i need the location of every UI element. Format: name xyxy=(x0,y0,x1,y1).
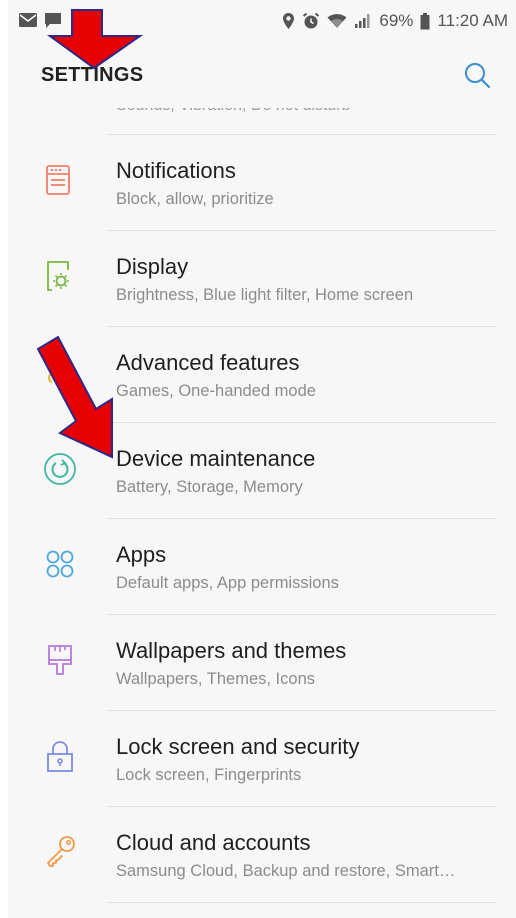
settings-item-label: Advanced features xyxy=(116,350,300,375)
apps-icon xyxy=(40,544,80,584)
settings-item-label: Device maintenance xyxy=(116,446,316,471)
settings-item-subtitle: Brightness, Blue light filter, Home scre… xyxy=(116,286,414,304)
settings-item-label: Notifications xyxy=(116,158,236,183)
page-title: SETTINGS xyxy=(41,64,144,86)
settings-item-wallpapers-themes[interactable]: Wallpapers and themes Wallpapers, Themes… xyxy=(8,614,516,710)
settings-item-label: Wallpapers and themes xyxy=(116,638,347,663)
settings-item-advanced-features[interactable]: Advanced features Games, One-handed mode xyxy=(8,326,516,422)
settings-item-lock-screen-security[interactable]: Lock screen and security Lock screen, Fi… xyxy=(8,710,516,806)
settings-item-subtitle: Block, allow, prioritize xyxy=(116,190,274,208)
settings-item-subtitle: Games, One-handed mode xyxy=(116,382,316,400)
advanced-features-icon xyxy=(40,352,80,392)
settings-item-notifications[interactable]: Notifications Block, allow, prioritize xyxy=(8,134,516,230)
settings-item-display[interactable]: Display Brightness, Blue light filter, H… xyxy=(8,230,516,326)
clock: 11:20 AM xyxy=(437,11,508,30)
settings-item-label: Apps xyxy=(116,542,167,567)
lock-icon xyxy=(40,736,80,776)
settings-item-subtitle: Samsung Cloud, Backup and restore, Smart… xyxy=(116,862,456,880)
settings-item-cloud-accounts[interactable]: Cloud and accounts Samsung Cloud, Backup… xyxy=(8,806,516,902)
alarm-icon xyxy=(302,12,320,30)
settings-screen: 69% 11:20 AM SETTINGS Sounds, Vibration,… xyxy=(8,0,516,918)
search-icon xyxy=(462,63,492,94)
display-icon xyxy=(40,256,80,296)
signal-icon xyxy=(354,13,372,29)
settings-item-label: Cloud and accounts xyxy=(116,830,311,855)
battery-icon xyxy=(420,12,430,30)
search-button[interactable] xyxy=(462,60,492,90)
settings-item-subtitle: Lock screen, Fingerprints xyxy=(116,766,302,784)
status-bar: 69% 11:20 AM xyxy=(8,0,516,40)
settings-item-subtitle: Default apps, App permissions xyxy=(116,574,339,592)
device-maintenance-icon xyxy=(40,448,80,488)
settings-item-label: Display xyxy=(116,254,189,279)
settings-item-subtitle: Battery, Storage, Memory xyxy=(116,478,303,496)
wifi-icon xyxy=(327,13,347,29)
chat-icon xyxy=(44,12,62,34)
app-bar: SETTINGS xyxy=(8,40,516,108)
divider xyxy=(107,902,497,903)
settings-item-apps[interactable]: Apps Default apps, App permissions xyxy=(8,518,516,614)
location-icon xyxy=(282,12,295,30)
notifications-icon xyxy=(40,160,80,200)
key-icon xyxy=(40,832,80,872)
settings-item-device-maintenance[interactable]: Device maintenance Battery, Storage, Mem… xyxy=(8,422,516,518)
mail-icon xyxy=(18,12,38,34)
settings-item-label: Lock screen and security xyxy=(116,734,360,759)
battery-percent: 69% xyxy=(379,11,414,30)
wallpapers-themes-icon xyxy=(40,640,80,680)
settings-item-subtitle: Wallpapers, Themes, Icons xyxy=(116,670,315,688)
